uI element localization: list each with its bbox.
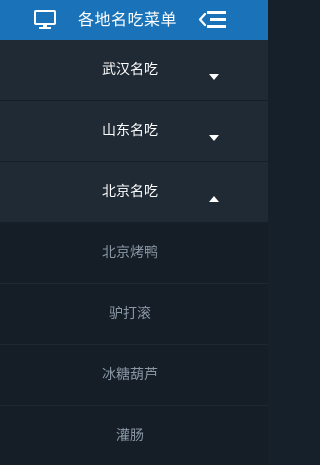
app-window: 各地名吃菜单 武汉名吃 山东名吃 北京名吃 北京烤鸭 驴打滚 冰糖葫芦 灌肠 xyxy=(0,0,268,465)
submenu-beijing: 北京烤鸭 驴打滚 冰糖葫芦 灌肠 xyxy=(0,223,268,465)
monitor-icon xyxy=(34,10,56,30)
menu-item-label: 武汉名吃 xyxy=(102,62,158,78)
submenu-item-label: 灌肠 xyxy=(116,428,144,444)
menu-item-label: 山东名吃 xyxy=(102,123,158,139)
menu-item-shandong[interactable]: 山东名吃 xyxy=(0,101,268,162)
menu-item-beijing[interactable]: 北京名吃 xyxy=(0,162,268,223)
caret-down-icon xyxy=(208,127,220,141)
submenu-item[interactable]: 北京烤鸭 xyxy=(0,223,268,284)
page-title: 各地名吃菜单 xyxy=(78,10,178,29)
submenu-item-label: 北京烤鸭 xyxy=(102,245,158,261)
caret-up-icon xyxy=(208,188,220,202)
submenu-item[interactable]: 灌肠 xyxy=(0,406,268,465)
submenu-item[interactable]: 驴打滚 xyxy=(0,284,268,345)
menu-collapse-icon[interactable] xyxy=(198,9,227,31)
submenu-item-label: 冰糖葫芦 xyxy=(102,367,158,383)
side-menu: 武汉名吃 山东名吃 北京名吃 北京烤鸭 驴打滚 冰糖葫芦 灌肠 xyxy=(0,40,268,465)
menu-item-label: 北京名吃 xyxy=(102,184,158,200)
submenu-item-label: 驴打滚 xyxy=(109,306,151,322)
menu-item-wuhan[interactable]: 武汉名吃 xyxy=(0,40,268,101)
submenu-item[interactable]: 冰糖葫芦 xyxy=(0,345,268,406)
caret-down-icon xyxy=(208,66,220,80)
header-bar: 各地名吃菜单 xyxy=(0,0,268,40)
